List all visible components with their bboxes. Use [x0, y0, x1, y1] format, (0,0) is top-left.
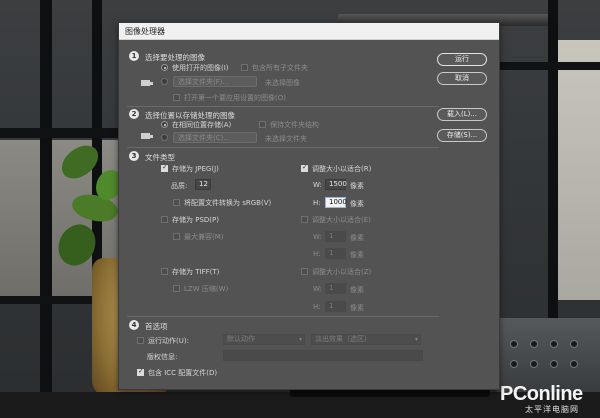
save-as-psd-checkbox[interactable] [161, 216, 168, 223]
section-1-number: 1 [129, 51, 139, 61]
section-3-heading: 文件类型 [145, 153, 175, 162]
image-processor-dialog: 图像处理器 运行 取消 载入(L)... 存储(S)... 1 选择要处理的图像… [118, 22, 500, 390]
run-action-checkbox[interactable] [137, 337, 144, 344]
jpeg-height-input[interactable]: 1000 [325, 197, 347, 208]
save-same-location-label: 在相同位置存储(A) [172, 121, 232, 129]
chevron-down-icon: ▾ [298, 336, 302, 343]
action-select[interactable]: 淡出效果（选区） ▾ [311, 334, 421, 345]
psd-resize-checkbox[interactable] [301, 216, 308, 223]
section-2-number: 2 [129, 109, 139, 119]
jpeg-resize-checkbox[interactable] [301, 163, 308, 172]
wall-highlight [555, 40, 600, 300]
dialog-title: 图像处理器 [125, 27, 165, 36]
convert-srgb-checkbox[interactable] [173, 199, 180, 206]
keep-folder-structure-label: 保持文件夹结构 [270, 121, 319, 129]
include-icc-label: 包含 ICC 配置文件(D) [148, 369, 218, 377]
open-first-image-label: 打开第一个要应用设置的图像(O) [184, 94, 286, 102]
psd-height-unit: 像素 [350, 251, 364, 259]
use-open-images-radio[interactable] [161, 64, 168, 71]
convert-srgb-label: 将配置文件转换为 sRGB(V) [184, 199, 272, 207]
load-button[interactable]: 载入(L)... [437, 108, 487, 121]
run-action-label: 运行动作(U): [148, 337, 189, 345]
jpeg-height-unit: 像素 [350, 200, 364, 208]
action-set-select[interactable]: 默认动作 ▾ [223, 334, 305, 345]
save-as-psd-label: 存储为 PSD(P) [172, 216, 219, 224]
use-open-images-label: 使用打开的图像(I) [172, 64, 229, 72]
select-output-folder-radio[interactable] [161, 134, 168, 141]
tiff-height-unit: 像素 [350, 304, 364, 312]
cancel-button[interactable]: 取消 [437, 72, 487, 85]
copyright-input[interactable] [223, 350, 423, 361]
quality-label: 品质: [171, 182, 188, 190]
psd-height-label: H: [313, 250, 321, 258]
psd-height-input[interactable]: 1 [325, 248, 346, 259]
save-as-jpeg-checkbox[interactable] [161, 163, 168, 172]
keep-folder-structure-checkbox[interactable] [259, 121, 266, 128]
jpeg-width-input[interactable]: 1500 [325, 179, 347, 190]
section-3-number: 3 [129, 151, 139, 161]
save-as-tiff-label: 存储为 TIFF(T) [172, 268, 220, 276]
open-first-image-checkbox[interactable] [173, 94, 180, 101]
chevron-down-icon: ▾ [414, 336, 418, 343]
select-folder-button[interactable]: 选择文件夹(F)... [173, 76, 257, 87]
quality-input[interactable]: 12 [195, 179, 211, 190]
divider [127, 147, 439, 148]
run-button[interactable]: 运行 [437, 53, 487, 66]
divider [127, 316, 439, 317]
save-as-tiff-checkbox[interactable] [161, 268, 168, 275]
output-folder-status: 未选择文件夹 [265, 135, 307, 143]
watermark-subtitle: 太平洋电脑网 [525, 405, 579, 414]
shelf-post [40, 0, 52, 418]
jpeg-resize-label: 调整大小以适合(R) [312, 165, 372, 173]
tiff-width-unit: 像素 [350, 286, 364, 294]
folder-status-text: 未选择图像 [265, 79, 300, 87]
action-set-value: 默认动作 [227, 335, 255, 343]
shelf-bar [495, 62, 600, 70]
file-save-icon [141, 133, 153, 139]
tiff-width-input[interactable]: 1 [325, 283, 346, 294]
tiff-resize-label: 调整大小以适合(Z) [312, 268, 372, 276]
select-output-folder-button[interactable]: 选择文件夹(C)... [173, 132, 257, 143]
section-4-heading: 首选项 [145, 322, 168, 331]
max-compat-checkbox[interactable] [173, 233, 180, 240]
psd-resize-label: 调整大小以适合(E) [312, 216, 371, 224]
divider [127, 106, 439, 107]
include-icc-checkbox[interactable] [137, 367, 144, 376]
section-1-heading: 选择要处理的图像 [145, 53, 205, 62]
select-folder-radio[interactable] [161, 78, 168, 85]
tiff-height-label: H: [313, 303, 321, 311]
jpeg-width-unit: 像素 [350, 182, 364, 190]
tiff-width-label: W: [313, 285, 322, 293]
psd-width-unit: 像素 [350, 234, 364, 242]
include-subfolders-checkbox[interactable] [241, 64, 248, 71]
section-4-number: 4 [129, 320, 139, 330]
dialog-titlebar[interactable]: 图像处理器 [119, 23, 499, 40]
max-compat-label: 最大兼容(M) [184, 233, 224, 241]
psd-width-label: W: [313, 233, 322, 241]
action-value: 淡出效果（选区） [315, 335, 371, 343]
psd-width-input[interactable]: 1 [325, 231, 346, 242]
shelf-bar [0, 128, 120, 138]
watermark-brand: PConline [500, 383, 583, 405]
save-same-location-radio[interactable] [161, 121, 168, 128]
include-subfolders-label: 包含所有子文件夹 [252, 64, 308, 72]
lzw-label: LZW 压缩(W) [184, 285, 229, 293]
save-button[interactable]: 存储(S)... [437, 129, 487, 142]
jpeg-height-label: H: [313, 199, 321, 207]
lzw-checkbox[interactable] [173, 285, 180, 292]
copyright-label: 版权信息: [147, 353, 178, 361]
jpeg-width-label: W: [313, 181, 322, 189]
tiff-height-input[interactable]: 1 [325, 301, 346, 312]
save-as-jpeg-label: 存储为 JPEG(J) [172, 165, 219, 173]
tiff-resize-checkbox[interactable] [301, 268, 308, 275]
file-open-icon [141, 80, 153, 86]
